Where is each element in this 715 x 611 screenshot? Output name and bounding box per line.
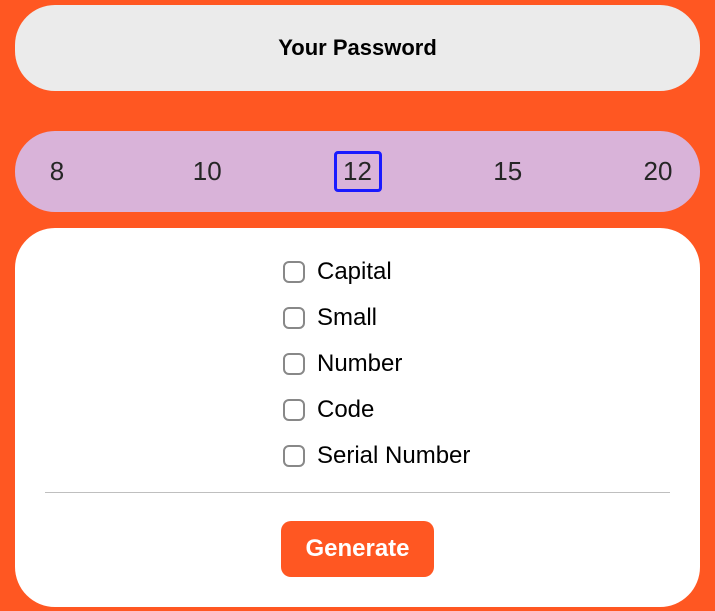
- checkbox-group: Capital Small Number Code Serial Number: [45, 258, 670, 492]
- length-option-10[interactable]: 10: [183, 151, 231, 192]
- checkbox-box[interactable]: [283, 353, 305, 375]
- checkbox-label: Serial Number: [317, 442, 470, 470]
- checkbox-box[interactable]: [283, 399, 305, 421]
- divider: [45, 492, 670, 493]
- password-output-panel: Your Password: [15, 5, 700, 91]
- checkbox-label: Number: [317, 350, 402, 378]
- checkbox-row-number[interactable]: Number: [283, 350, 402, 378]
- password-output-title: Your Password: [35, 35, 680, 61]
- length-option-15[interactable]: 15: [484, 151, 532, 192]
- checkbox-box[interactable]: [283, 445, 305, 467]
- checkbox-row-serial-number[interactable]: Serial Number: [283, 442, 470, 470]
- checkbox-row-capital[interactable]: Capital: [283, 258, 392, 286]
- length-option-8[interactable]: 8: [33, 151, 81, 192]
- checkbox-label: Capital: [317, 258, 392, 286]
- checkbox-label: Small: [317, 304, 377, 332]
- length-option-12[interactable]: 12: [334, 151, 382, 192]
- length-selector-panel: 8 10 12 15 20: [15, 131, 700, 212]
- checkbox-row-small[interactable]: Small: [283, 304, 377, 332]
- checkbox-box[interactable]: [283, 261, 305, 283]
- length-option-20[interactable]: 20: [634, 151, 682, 192]
- options-panel: Capital Small Number Code Serial Number Gene…: [15, 228, 700, 607]
- checkbox-label: Code: [317, 396, 374, 424]
- checkbox-box[interactable]: [283, 307, 305, 329]
- checkbox-row-code[interactable]: Code: [283, 396, 374, 424]
- generate-wrap: Generate: [45, 521, 670, 577]
- generate-button[interactable]: Generate: [281, 521, 433, 577]
